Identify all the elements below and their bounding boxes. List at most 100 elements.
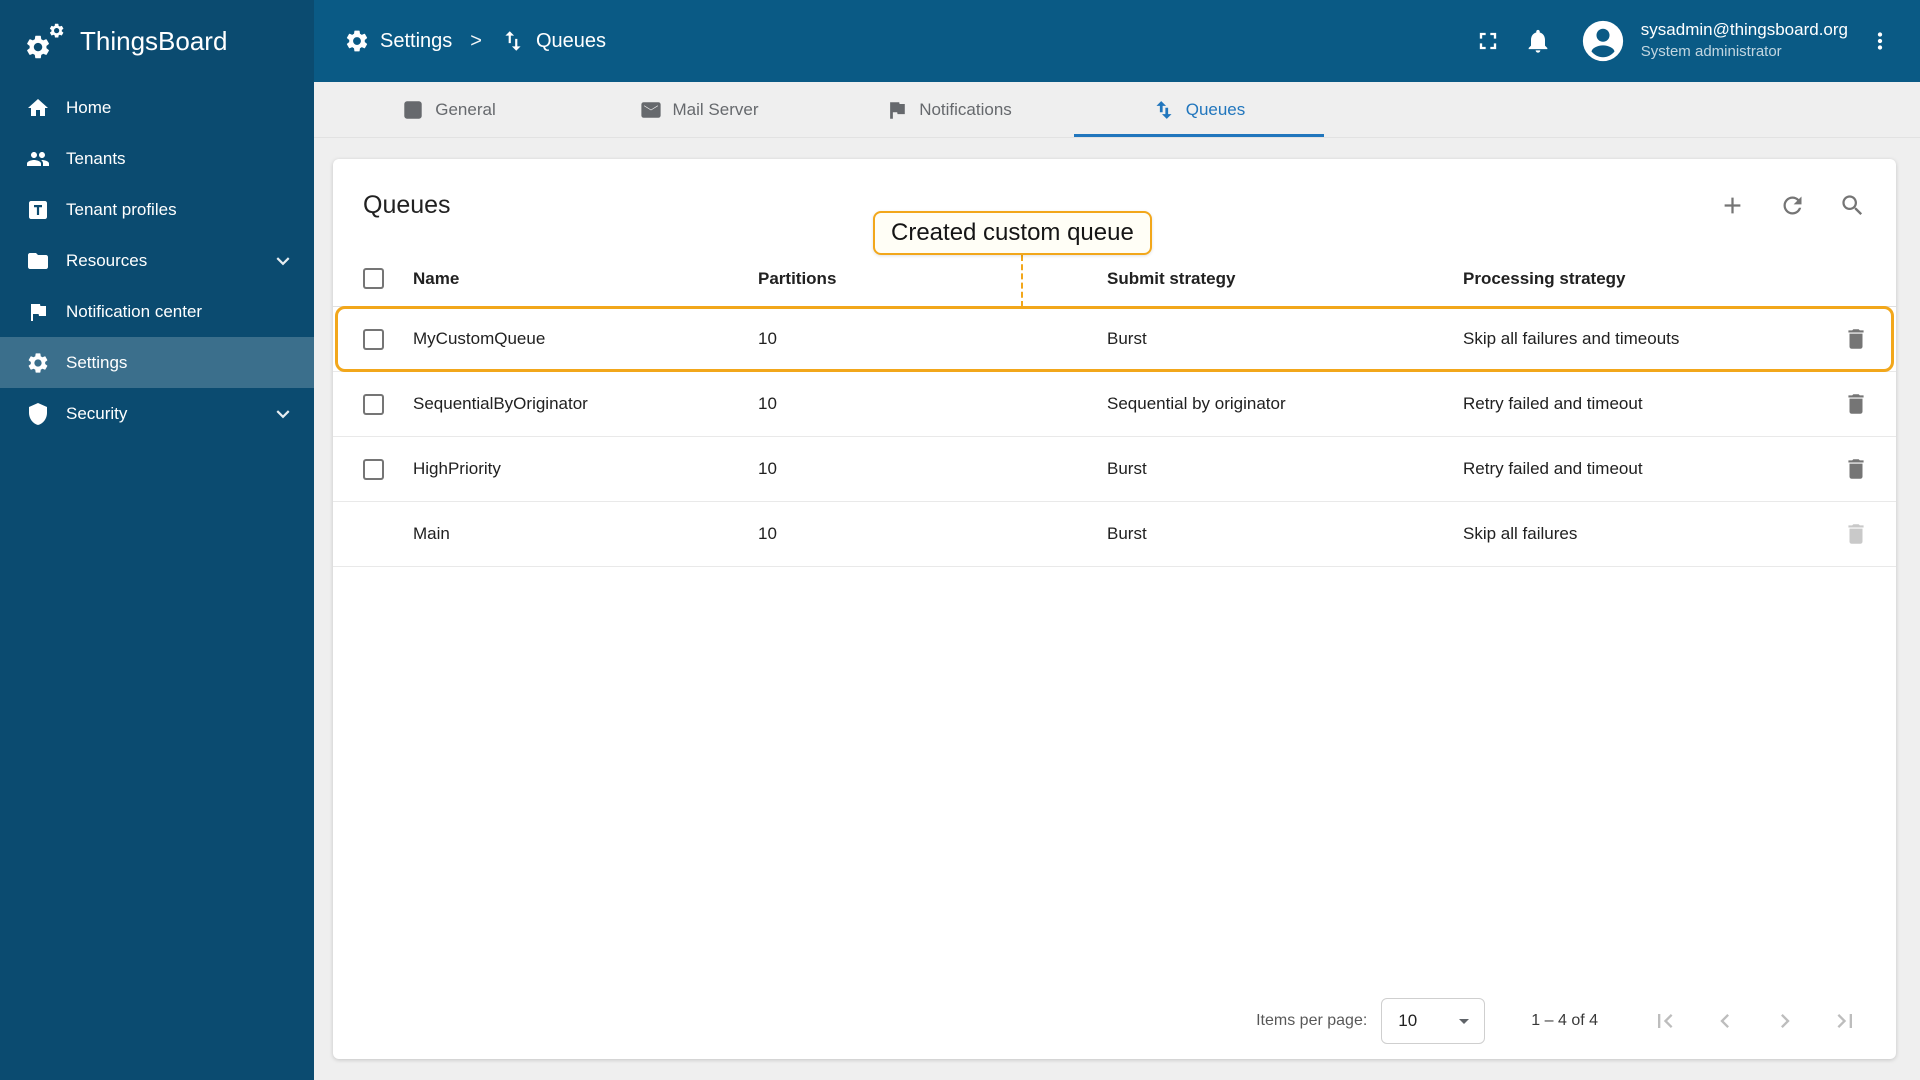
- delete-queue-button[interactable]: [1834, 447, 1878, 491]
- tab-label: Queues: [1185, 99, 1246, 119]
- column-header-submit-strategy: Submit strategy: [1107, 268, 1236, 288]
- cell-partitions: 10: [758, 459, 777, 478]
- sidebar-item-notification-center[interactable]: Notification center: [0, 286, 314, 337]
- tab-queues[interactable]: Queues: [1074, 82, 1324, 137]
- gear-icon: [346, 30, 368, 52]
- cell-submit-strategy: Sequential by originator: [1107, 394, 1286, 413]
- settings-square-icon: [404, 100, 422, 119]
- main-content: General Mail Server Notifications Queues…: [314, 82, 1920, 1080]
- cell-partitions: 10: [758, 394, 777, 413]
- table-row[interactable]: HighPriority 10 Burst Retry failed and t…: [333, 437, 1896, 502]
- sidebar-item-security[interactable]: Security: [0, 388, 314, 439]
- folder-icon: [28, 252, 48, 269]
- sidebar-item-home[interactable]: Home: [0, 82, 314, 133]
- first-page-icon: [1658, 1014, 1673, 1028]
- table-row[interactable]: Main 10 Burst Skip all failures: [333, 502, 1896, 567]
- sidebar-item-label: Tenants: [66, 148, 126, 168]
- gear-icon: [28, 352, 48, 373]
- breadcrumb-separator: >: [470, 29, 482, 52]
- shield-icon: [29, 402, 47, 425]
- cell-submit-strategy: Burst: [1107, 524, 1147, 543]
- items-per-page-value: 10: [1398, 1011, 1418, 1030]
- sidebar-item-resources[interactable]: Resources: [0, 235, 314, 286]
- tab-label: Mail Server: [672, 99, 759, 119]
- app-logo[interactable]: ThingsBoard: [0, 0, 314, 82]
- table-row[interactable]: MyCustomQueue 10 Burst Skip all failures…: [333, 306, 1896, 372]
- trash-icon: [1848, 459, 1864, 479]
- sidebar-item-label: Home: [66, 97, 112, 117]
- cell-partitions: 10: [758, 524, 777, 543]
- notifications-button[interactable]: [1513, 16, 1563, 66]
- cell-submit-strategy: Burst: [1107, 329, 1147, 348]
- sidebar-item-tenant-profiles[interactable]: Tenant profiles: [0, 184, 314, 235]
- user-menu-button[interactable]: [1858, 16, 1902, 66]
- user-info: sysadmin@thingsboard.org System administ…: [1641, 19, 1848, 62]
- cell-name: HighPriority: [413, 459, 501, 478]
- home-icon: [28, 98, 48, 116]
- user-avatar[interactable]: [1577, 15, 1629, 67]
- sidebar: ThingsBoard Home Tenants Tenant profiles…: [0, 0, 314, 1080]
- sidebar-item-settings[interactable]: Settings: [0, 337, 314, 388]
- tab-notifications[interactable]: Notifications: [824, 82, 1074, 137]
- first-page-button: [1640, 997, 1690, 1045]
- user-email: sysadmin@thingsboard.org: [1640, 20, 1848, 40]
- breadcrumb-queues[interactable]: Queues: [500, 28, 606, 54]
- cell-processing-strategy: Retry failed and timeout: [1463, 394, 1643, 413]
- fullscreen-button[interactable]: [1463, 16, 1513, 66]
- flag-icon: [31, 303, 46, 321]
- sidebar-item-label: Notification center: [66, 301, 203, 321]
- breadcrumb-settings[interactable]: Settings: [344, 28, 452, 54]
- search-button[interactable]: [1830, 183, 1874, 227]
- trash-icon: [1848, 329, 1864, 349]
- add-queue-button[interactable]: [1710, 183, 1754, 227]
- top-bar: Settings > Queues sysadmin@thingsboard.o…: [314, 0, 1920, 82]
- user-role: System administrator: [1640, 43, 1782, 61]
- queues-card: Queues Name Partitions Submit strategy P: [333, 159, 1896, 1059]
- tab-mail-server[interactable]: Mail Server: [574, 82, 824, 137]
- account-circle-icon: [1582, 20, 1623, 62]
- pagination-bar: Items per page: 10 1 – 4 of 4: [1256, 991, 1870, 1051]
- kebab-menu-icon: [1877, 32, 1883, 50]
- trash-icon: [1848, 524, 1864, 544]
- add-icon: [1724, 197, 1740, 213]
- items-per-page-select[interactable]: 10: [1381, 998, 1486, 1044]
- cell-name: MyCustomQueue: [413, 329, 546, 348]
- sidebar-item-tenants[interactable]: Tenants: [0, 133, 314, 184]
- card-title: Queues: [363, 190, 451, 219]
- cell-partitions: 10: [758, 329, 777, 348]
- select-all-checkbox[interactable]: [363, 268, 384, 289]
- settings-tabs: General Mail Server Notifications Queues: [314, 82, 1920, 138]
- previous-page-button: [1700, 997, 1750, 1045]
- breadcrumb-label: Settings: [380, 29, 453, 52]
- row-checkbox[interactable]: [363, 458, 384, 480]
- refresh-button[interactable]: [1770, 183, 1814, 227]
- sidebar-item-label: Tenant profiles: [66, 199, 177, 219]
- annotation-connector-line: [1021, 255, 1023, 307]
- cell-processing-strategy: Skip all failures: [1463, 524, 1578, 543]
- table-row[interactable]: SequentialByOriginator 10 Sequential by …: [333, 372, 1896, 437]
- row-checkbox[interactable]: [363, 328, 384, 350]
- mail-icon: [640, 101, 661, 118]
- swap-vert-icon: [1156, 100, 1172, 119]
- cell-name: SequentialByOriginator: [413, 394, 588, 413]
- delete-queue-button[interactable]: [1834, 317, 1878, 361]
- breadcrumb-label: Queues: [535, 29, 607, 52]
- app-name: ThingsBoard: [80, 25, 228, 56]
- last-page-icon: [1837, 1014, 1852, 1028]
- next-page-button: [1760, 997, 1810, 1045]
- delete-queue-button[interactable]: [1834, 382, 1878, 426]
- people-icon: [27, 151, 49, 166]
- breadcrumb: Settings > Queues: [344, 28, 606, 54]
- fullscreen-icon: [1479, 32, 1496, 50]
- chevron-down-icon: [276, 256, 290, 265]
- dropdown-arrow-icon: [1459, 1019, 1470, 1024]
- bell-icon: [1528, 29, 1548, 53]
- swap-vert-icon: [505, 31, 521, 51]
- tab-general[interactable]: General: [324, 82, 574, 137]
- refresh-icon: [1783, 196, 1801, 214]
- row-checkbox[interactable]: [363, 393, 384, 415]
- tenant-profile-box-icon: [29, 200, 47, 219]
- tab-label: Notifications: [919, 99, 1012, 119]
- chevron-left-icon: [1720, 1014, 1729, 1028]
- sidebar-item-label: Settings: [66, 352, 128, 372]
